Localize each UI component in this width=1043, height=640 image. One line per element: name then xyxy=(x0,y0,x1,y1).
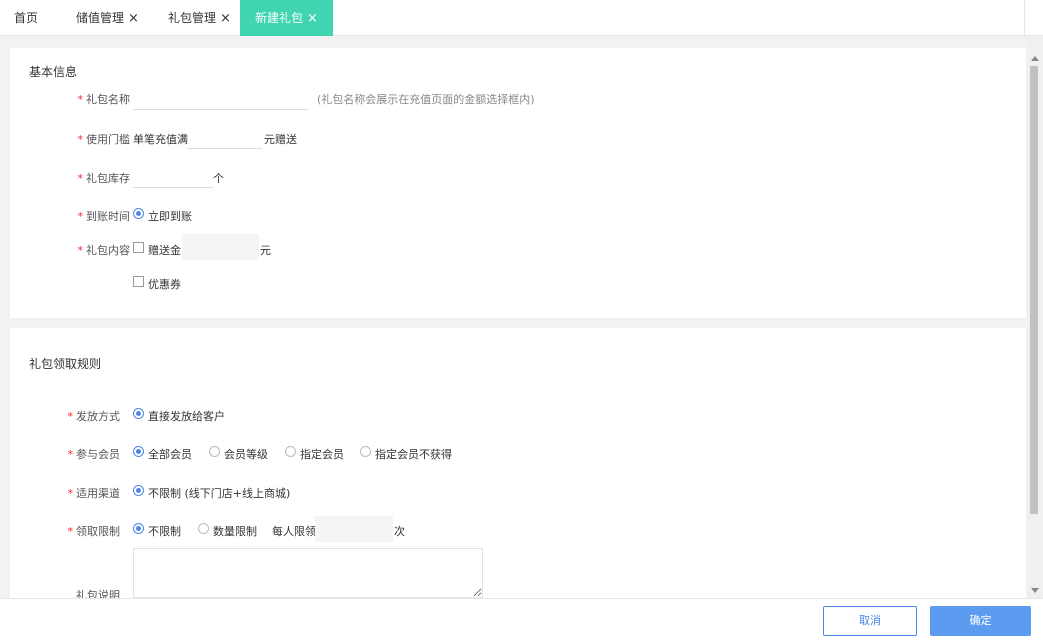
radio-issue-direct[interactable] xyxy=(133,408,144,419)
cancel-button[interactable]: 取消 xyxy=(823,606,917,636)
footer-bar: 取消 确定 xyxy=(0,598,1043,640)
limit-unit: 次 xyxy=(394,525,405,538)
tab-stored-value-label: 储值管理 xyxy=(76,11,125,25)
threshold-prefix: 单笔充值满 xyxy=(133,133,188,146)
tab-bar: 首页 储值管理 × 礼包管理 × 新建礼包 × xyxy=(0,0,1043,36)
tab-home[interactable]: 首页 xyxy=(14,0,38,36)
required-mark: * xyxy=(77,93,84,106)
coupon-label: 优惠券 xyxy=(148,278,181,291)
per-person-label: 每人限领 xyxy=(272,525,316,538)
required-mark: * xyxy=(67,410,74,423)
required-mark: * xyxy=(67,448,74,461)
tab-package-manage-label: 礼包管理 xyxy=(168,11,217,25)
scroll-down-arrow-icon[interactable] xyxy=(1031,588,1039,593)
label-threshold: * 使用门槛 xyxy=(20,131,131,147)
required-mark: * xyxy=(77,172,84,185)
label-description: 礼包说明 xyxy=(76,589,120,598)
stock-unit: 个 xyxy=(213,172,224,185)
radio-arrival-immediate[interactable] xyxy=(133,208,144,219)
section-title-rules: 礼包领取规则 xyxy=(29,357,102,371)
limit-count-input[interactable] xyxy=(315,516,393,542)
radio-limit-unlimited[interactable] xyxy=(133,523,144,534)
label-text: 领取限制 xyxy=(76,525,120,538)
limit-option-unlimited: 不限制 xyxy=(148,525,181,538)
tab-new-package[interactable]: 新建礼包 × xyxy=(240,0,333,36)
label-channel: * 适用渠道 xyxy=(10,485,121,501)
rules-card: 礼包领取规则 * 发放方式 直接发放给客户 * 参与会员 全部会员 会员等级 指定会… xyxy=(10,328,1026,598)
checkbox-bonus[interactable] xyxy=(133,242,144,253)
threshold-amount-input[interactable] xyxy=(187,127,262,149)
issue-option-label: 直接发放给客户 xyxy=(148,410,225,423)
checkbox-coupon[interactable] xyxy=(133,276,144,287)
section-title-basic: 基本信息 xyxy=(29,65,78,79)
required-mark: * xyxy=(67,525,74,538)
members-option-excluded: 指定会员不获得 xyxy=(375,448,452,461)
threshold-suffix: 元赠送 xyxy=(264,133,297,146)
limit-option-quantity: 数量限制 xyxy=(213,525,257,538)
tab-stored-value[interactable]: 储值管理 × xyxy=(76,0,139,36)
tab-package-manage[interactable]: 礼包管理 × xyxy=(168,0,231,36)
scroll-up-arrow-icon[interactable] xyxy=(1031,56,1039,61)
required-mark: * xyxy=(77,133,84,146)
label-package-content: * 礼包内容 xyxy=(20,242,131,258)
bonus-label: 赠送金 xyxy=(148,244,181,257)
label-text: 适用渠道 xyxy=(76,487,120,500)
package-name-hint: (礼包名称会展示在充值页面的金额选择框内) xyxy=(317,93,535,106)
required-mark: * xyxy=(67,487,74,500)
tab-home-label: 首页 xyxy=(14,11,39,25)
label-text: 礼包内容 xyxy=(86,244,130,257)
channel-option-label: 不限制 (线下门店+线上商城) xyxy=(148,487,291,500)
stock-input[interactable] xyxy=(133,166,213,188)
description-textarea[interactable] xyxy=(133,548,483,598)
radio-members-excluded[interactable] xyxy=(360,446,371,457)
label-package-name: * 礼包名称 xyxy=(20,91,131,107)
required-mark: * xyxy=(77,244,84,257)
label-text: 参与会员 xyxy=(76,448,120,461)
label-arrival-time: * 到账时间 xyxy=(20,208,131,224)
radio-limit-quantity[interactable] xyxy=(198,523,209,534)
label-text: 到账时间 xyxy=(86,210,130,223)
bonus-amount-input[interactable] xyxy=(182,234,259,260)
label-stock: * 礼包库存 xyxy=(20,170,131,186)
close-icon[interactable]: × xyxy=(220,11,231,26)
label-members: * 参与会员 xyxy=(10,446,121,462)
package-name-input[interactable] xyxy=(133,88,308,110)
label-text: 使用门槛 xyxy=(86,133,130,146)
close-icon[interactable]: × xyxy=(128,11,139,26)
scrollbar-thumb[interactable] xyxy=(1030,66,1038,514)
radio-members-specified[interactable] xyxy=(285,446,296,457)
form-content: 基本信息 * 礼包名称 (礼包名称会展示在充值页面的金额选择框内) * 使用门槛 单… xyxy=(10,48,1026,598)
tab-new-package-label: 新建礼包 xyxy=(255,11,304,25)
label-text: 发放方式 xyxy=(76,410,120,423)
label-issue-method: * 发放方式 xyxy=(10,408,121,424)
members-option-all: 全部会员 xyxy=(148,448,192,461)
required-mark: * xyxy=(77,210,84,223)
radio-channel-unlimited[interactable] xyxy=(133,485,144,496)
label-text: 礼包库存 xyxy=(86,172,130,185)
confirm-button[interactable]: 确定 xyxy=(930,606,1031,636)
label-text: 礼包名称 xyxy=(86,93,130,106)
members-option-level: 会员等级 xyxy=(224,448,268,461)
close-icon[interactable]: × xyxy=(307,11,318,26)
bonus-unit: 元 xyxy=(260,244,271,257)
members-option-specified: 指定会员 xyxy=(300,448,344,461)
basic-info-card: 基本信息 * 礼包名称 (礼包名称会展示在充值页面的金额选择框内) * 使用门槛 单… xyxy=(10,48,1026,318)
divider xyxy=(1024,0,1025,36)
radio-members-level[interactable] xyxy=(209,446,220,457)
label-claim-limit: * 领取限制 xyxy=(10,523,121,539)
radio-members-all[interactable] xyxy=(133,446,144,457)
arrival-option-label: 立即到账 xyxy=(148,210,192,223)
